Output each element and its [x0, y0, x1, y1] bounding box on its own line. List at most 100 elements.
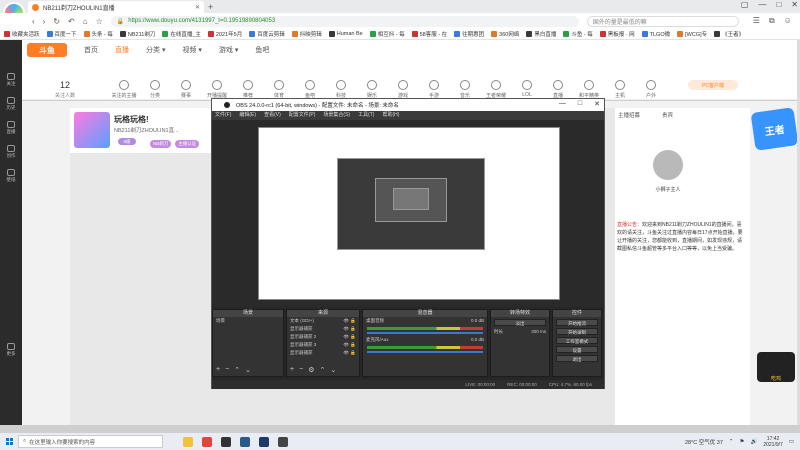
avatar[interactable]: [74, 112, 110, 148]
left-nav-item[interactable]: 历史: [0, 92, 22, 116]
url-bar[interactable]: 🔒 https://www.douyu.com/4131997_t=0.1951…: [110, 15, 579, 27]
bookmark-item[interactable]: 360网络: [491, 30, 519, 38]
volume-icon[interactable]: 🔊: [750, 439, 757, 445]
bookmark-item[interactable]: 2021年5月: [207, 30, 242, 38]
category-item[interactable]: 推荐: [234, 80, 262, 99]
left-nav-item[interactable]: 直播: [0, 116, 22, 140]
browser-app-icon[interactable]: [202, 436, 212, 447]
room-tag[interactable]: 主播认证: [175, 140, 200, 148]
steam-icon[interactable]: [240, 436, 250, 447]
bookmark-item[interactable]: 百度云剪辑: [249, 30, 285, 38]
obs-control-button[interactable]: 开始录制: [556, 328, 598, 335]
obs-maximize-icon[interactable]: □: [578, 100, 582, 108]
bookmark-item[interactable]: TLGO微: [641, 30, 670, 38]
user-icon[interactable]: ☺: [784, 16, 792, 26]
obs-control-button[interactable]: 退出: [556, 355, 598, 362]
site-nav-item[interactable]: 视频 ▾: [182, 45, 201, 55]
close-tab-icon[interactable]: ✕: [195, 4, 200, 11]
file-explorer-icon[interactable]: [183, 436, 193, 447]
bookmark-item[interactable]: 相互抖 - 每: [369, 30, 405, 38]
down-icon[interactable]: ⌄: [245, 366, 251, 374]
pc-client-button[interactable]: PC客户端: [688, 80, 738, 90]
category-item[interactable]: 开播提醒: [203, 80, 231, 99]
visibility-lock-icon[interactable]: 👁 🔒: [343, 350, 356, 356]
new-tab-icon[interactable]: +: [208, 2, 213, 12]
down-icon[interactable]: ⌄: [330, 366, 336, 374]
chevron-up-icon[interactable]: ⌃: [729, 439, 734, 445]
bookmark-item[interactable]: 黑白直播: [526, 30, 556, 38]
category-item[interactable]: 手游: [420, 80, 448, 99]
obs-close-icon[interactable]: ✕: [594, 100, 600, 108]
category-item[interactable]: 分类: [141, 80, 169, 99]
category-item[interactable]: 关注的主播: [110, 80, 138, 99]
restore-icon[interactable]: ▢: [741, 0, 749, 9]
bookmark-item[interactable]: 58客服 - 在: [411, 30, 447, 38]
source-item[interactable]: 显示器捕获 👁 🔒: [287, 349, 359, 357]
notification-icon[interactable]: ▭: [789, 439, 794, 445]
volume-slider[interactable]: [367, 351, 483, 353]
site-nav-item[interactable]: 直播: [115, 45, 129, 55]
left-nav-item[interactable]: 更多: [0, 338, 22, 362]
remove-icon[interactable]: −: [225, 366, 229, 374]
maximize-icon[interactable]: □: [776, 0, 781, 9]
bookmark-item[interactable]: [WCG]专: [677, 30, 707, 38]
minimize-icon[interactable]: —: [758, 0, 766, 9]
site-nav-item[interactable]: 鱼吧: [255, 45, 269, 55]
network-icon[interactable]: ⚑: [740, 439, 745, 445]
category-item[interactable]: 赛事: [172, 80, 200, 99]
category-item[interactable]: 游戏: [389, 80, 417, 99]
bookmark-item[interactable]: 百度一下: [46, 30, 77, 38]
visibility-lock-icon[interactable]: 👁 🔒: [343, 334, 356, 340]
obs-menu-item[interactable]: 查看(V): [264, 111, 281, 120]
bookmark-item[interactable]: 黑板报 · 网: [599, 30, 635, 38]
right-tab[interactable]: 主播招募: [618, 111, 640, 119]
obs-menu-item[interactable]: 编辑(E): [239, 111, 256, 120]
site-nav-item[interactable]: 游戏 ▾: [219, 45, 238, 55]
category-item[interactable]: 娱乐: [358, 80, 386, 99]
obs-control-button[interactable]: 开始推流: [556, 319, 598, 326]
visibility-lock-icon[interactable]: 👁 🔒: [343, 342, 356, 348]
obs-menu-item[interactable]: 帮助(H): [382, 111, 399, 120]
obs-menu-item[interactable]: 配置文件(P): [289, 111, 316, 120]
source-item[interactable]: 显示器捕获 👁 🔒: [287, 325, 359, 333]
browser-tab[interactable]: NB211剃刀ZHOULIN1直播 ✕: [28, 1, 204, 13]
category-item[interactable]: 王者荣耀: [482, 80, 510, 99]
bookmark-item[interactable]: 往期惠团: [454, 30, 484, 38]
category-item[interactable]: 音乐: [451, 80, 479, 99]
browser-search-input[interactable]: 国外的量是最低的嘛: [586, 15, 739, 27]
gear-icon[interactable]: ⚙: [308, 366, 314, 374]
obs-menu-item[interactable]: 场景集合(S): [323, 111, 350, 120]
promo-badge[interactable]: 王者: [750, 107, 799, 151]
game-icon[interactable]: [259, 436, 269, 447]
pubg-promo[interactable]: 吃鸡: [757, 352, 795, 382]
bookmark-item[interactable]: Human Be: [328, 31, 363, 37]
left-nav-item[interactable]: 关注: [0, 68, 22, 92]
bookmark-item[interactable]: 《王者》: [714, 30, 744, 38]
site-nav-item[interactable]: 首页: [84, 45, 98, 55]
volume-slider[interactable]: [367, 332, 483, 334]
bookmark-item[interactable]: 斗鱼 - 每: [563, 30, 593, 38]
douyu-logo[interactable]: 斗鱼: [27, 43, 67, 57]
obs-control-button[interactable]: 工作室模式: [556, 337, 598, 344]
up-icon[interactable]: ⌃: [234, 366, 240, 374]
category-item[interactable]: 主机: [606, 80, 634, 99]
forward-icon[interactable]: ›: [43, 17, 46, 26]
duration-input[interactable]: 300 ms: [531, 329, 546, 335]
add-icon[interactable]: +: [290, 366, 294, 374]
bookmark-item[interactable]: NB211剃刀: [119, 30, 155, 38]
bookmark-item[interactable]: 抖映剪辑: [291, 30, 322, 38]
extensions-icon[interactable]: ⧉: [769, 16, 775, 26]
taskbar-search[interactable]: ⌕ 在这里输入你要搜索的内容: [18, 435, 163, 448]
category-item[interactable]: 户外: [637, 80, 665, 99]
obs-control-button[interactable]: 设置: [556, 346, 598, 353]
close-window-icon[interactable]: ✕: [791, 0, 798, 9]
menu-icon[interactable]: ☰: [753, 16, 760, 26]
category-item[interactable]: 和平精英: [575, 80, 603, 99]
category-item[interactable]: 体育: [265, 80, 293, 99]
back-icon[interactable]: ‹: [32, 17, 35, 26]
obs-menu-item[interactable]: 文件(F): [215, 111, 231, 120]
obs-menu-item[interactable]: 工具(T): [358, 111, 374, 120]
visibility-lock-icon[interactable]: 👁 🔒: [343, 318, 356, 324]
visibility-lock-icon[interactable]: 👁 🔒: [343, 326, 356, 332]
bookmark-item[interactable]: 头条 - 每: [83, 30, 113, 38]
